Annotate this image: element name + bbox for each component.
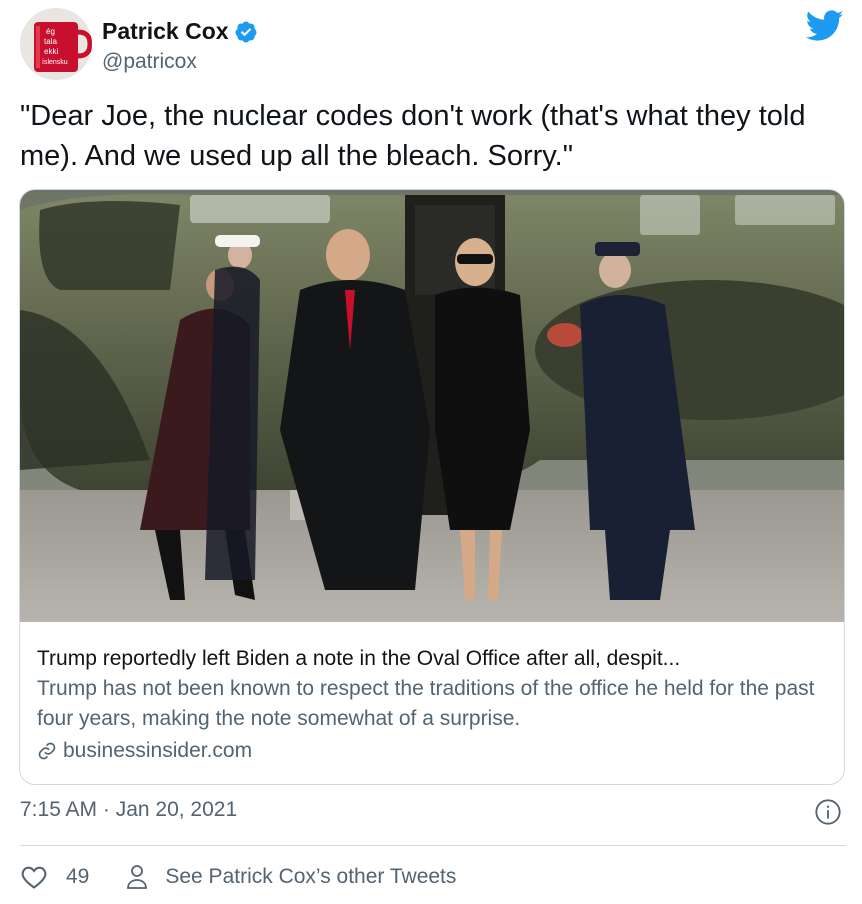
info-icon[interactable] <box>814 798 842 826</box>
card-image[interactable] <box>20 190 844 622</box>
see-other-tweets-label[interactable]: See Patrick Cox’s other Tweets <box>165 865 456 889</box>
card-body[interactable]: Trump reportedly left Biden a note in th… <box>37 644 832 766</box>
tweet-timestamp[interactable]: 7:15 AM · Jan 20, 2021 <box>20 798 237 822</box>
like-button[interactable]: 49 <box>20 864 89 890</box>
like-count: 49 <box>66 865 90 888</box>
heart-icon <box>21 866 47 889</box>
avatar-mug-text-4: íslensku <box>42 59 68 66</box>
link-card[interactable]: Trump reportedly left Biden a note in th… <box>19 189 845 785</box>
divider <box>20 845 846 846</box>
display-name[interactable]: Patrick Cox <box>102 18 229 45</box>
avatar-mug-text-3: ekki <box>44 47 58 56</box>
user-handle[interactable]: @patricox <box>102 50 197 74</box>
avatar-mug-text-2: tala <box>44 37 57 46</box>
verified-badge-icon <box>235 21 257 42</box>
twitter-bird-icon[interactable] <box>806 10 844 42</box>
see-other-tweets-link[interactable]: See Patrick Cox’s other Tweets <box>125 864 456 890</box>
card-domain-text[interactable]: businessinsider.com <box>63 736 252 766</box>
tweet-text: "Dear Joe, the nuclear codes don't work … <box>20 100 806 172</box>
tweet-actions: 49 See Patrick Cox’s other Tweets <box>20 864 456 890</box>
avatar[interactable]: ég tala ekki íslensku <box>20 8 92 80</box>
name-row: Patrick Cox <box>102 18 258 45</box>
person-icon <box>127 865 148 889</box>
card-domain[interactable]: businessinsider.com <box>37 736 832 766</box>
card-title[interactable]: Trump reportedly left Biden a note in th… <box>37 644 832 674</box>
card-description: Trump has not been known to respect the … <box>37 677 815 730</box>
avatar-mug-text-1: ég <box>46 27 55 36</box>
link-icon <box>38 742 56 760</box>
tweet-header: ég tala ekki íslensku Patrick Cox @patri… <box>20 8 846 82</box>
